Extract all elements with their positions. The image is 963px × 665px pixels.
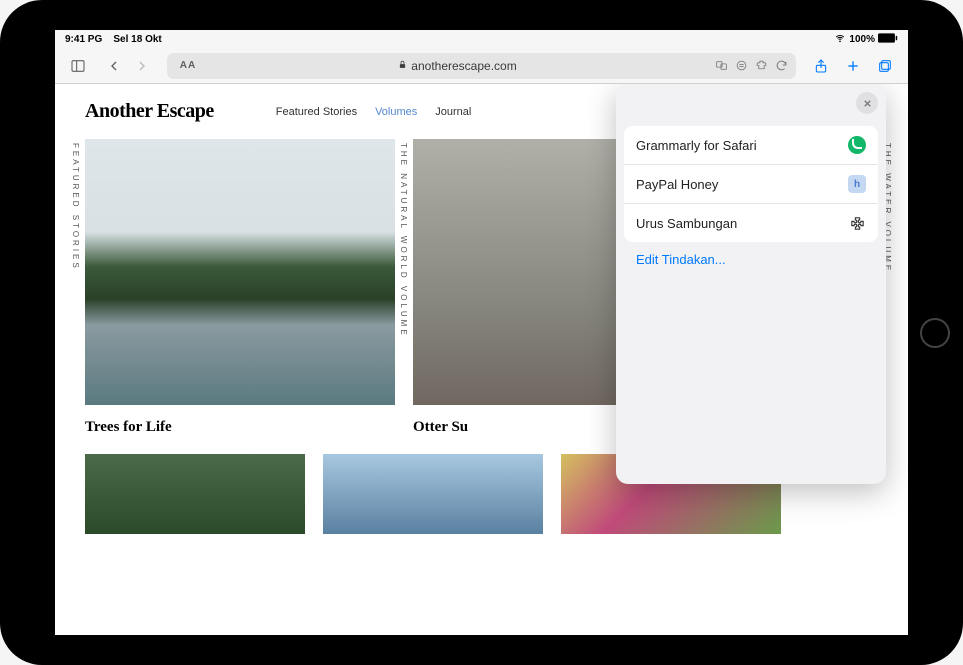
wifi-icon xyxy=(834,33,846,46)
share-button[interactable] xyxy=(808,53,834,79)
reload-icon[interactable] xyxy=(772,57,790,75)
thumbnail[interactable] xyxy=(323,454,543,534)
extension-item-honey[interactable]: PayPal Honey h xyxy=(624,165,878,204)
forward-button[interactable] xyxy=(129,53,155,79)
extension-label: Grammarly for Safari xyxy=(636,138,757,153)
close-button[interactable] xyxy=(856,92,878,114)
home-button[interactable] xyxy=(920,318,950,348)
status-bar: 9:41 PG Sel 18 Okt 100% xyxy=(55,30,908,48)
nav-item-featured[interactable]: Featured Stories xyxy=(276,106,357,118)
nav-item-volumes[interactable]: Volumes xyxy=(375,106,417,118)
grammarly-icon xyxy=(848,136,866,154)
edit-actions-link[interactable]: Edit Tindakan... xyxy=(624,242,878,277)
extension-label: Urus Sambungan xyxy=(636,216,737,231)
site-brand[interactable]: Another Escape xyxy=(85,100,214,123)
address-url: anotherescape.com xyxy=(411,59,516,73)
translate-icon[interactable] xyxy=(712,57,730,75)
battery-icon xyxy=(878,33,898,46)
extensions-icon[interactable] xyxy=(752,57,770,75)
tabs-button[interactable] xyxy=(872,53,898,79)
honey-icon: h xyxy=(848,175,866,193)
section-label: FEATURED STORIES xyxy=(71,143,80,271)
puzzle-icon xyxy=(848,214,866,232)
safari-toolbar: AA anotherescape.com xyxy=(55,48,908,84)
extension-label: PayPal Honey xyxy=(636,177,718,192)
reader-mode-icon[interactable] xyxy=(732,57,750,75)
new-tab-button[interactable] xyxy=(840,53,866,79)
status-left: 9:41 PG Sel 18 Okt xyxy=(65,34,162,45)
status-date: Sel 18 Okt xyxy=(113,34,161,45)
section-label: THE NATURAL WORLD VOLUME xyxy=(399,143,408,338)
extensions-list: Grammarly for Safari PayPal Honey h Urus… xyxy=(624,126,878,242)
story-card[interactable]: FEATURED STORIES Trees for Life xyxy=(85,139,395,436)
site-nav: Featured Stories Volumes Journal xyxy=(276,106,472,118)
story-title: Trees for Life xyxy=(85,419,395,436)
sidebar-button[interactable] xyxy=(65,53,91,79)
battery-percent: 100% xyxy=(849,34,875,45)
nav-item-journal[interactable]: Journal xyxy=(435,106,471,118)
reader-button[interactable]: AA xyxy=(173,60,203,71)
address-bar[interactable]: AA anotherescape.com xyxy=(167,53,796,79)
back-button[interactable] xyxy=(101,53,127,79)
story-image xyxy=(85,139,395,405)
extensions-popover: Grammarly for Safari PayPal Honey h Urus… xyxy=(616,84,886,484)
extension-item-grammarly[interactable]: Grammarly for Safari xyxy=(624,126,878,165)
thumbnail[interactable] xyxy=(85,454,305,534)
extension-item-manage[interactable]: Urus Sambungan xyxy=(624,204,878,242)
status-time: 9:41 PG xyxy=(65,34,102,45)
lock-icon xyxy=(398,59,407,73)
